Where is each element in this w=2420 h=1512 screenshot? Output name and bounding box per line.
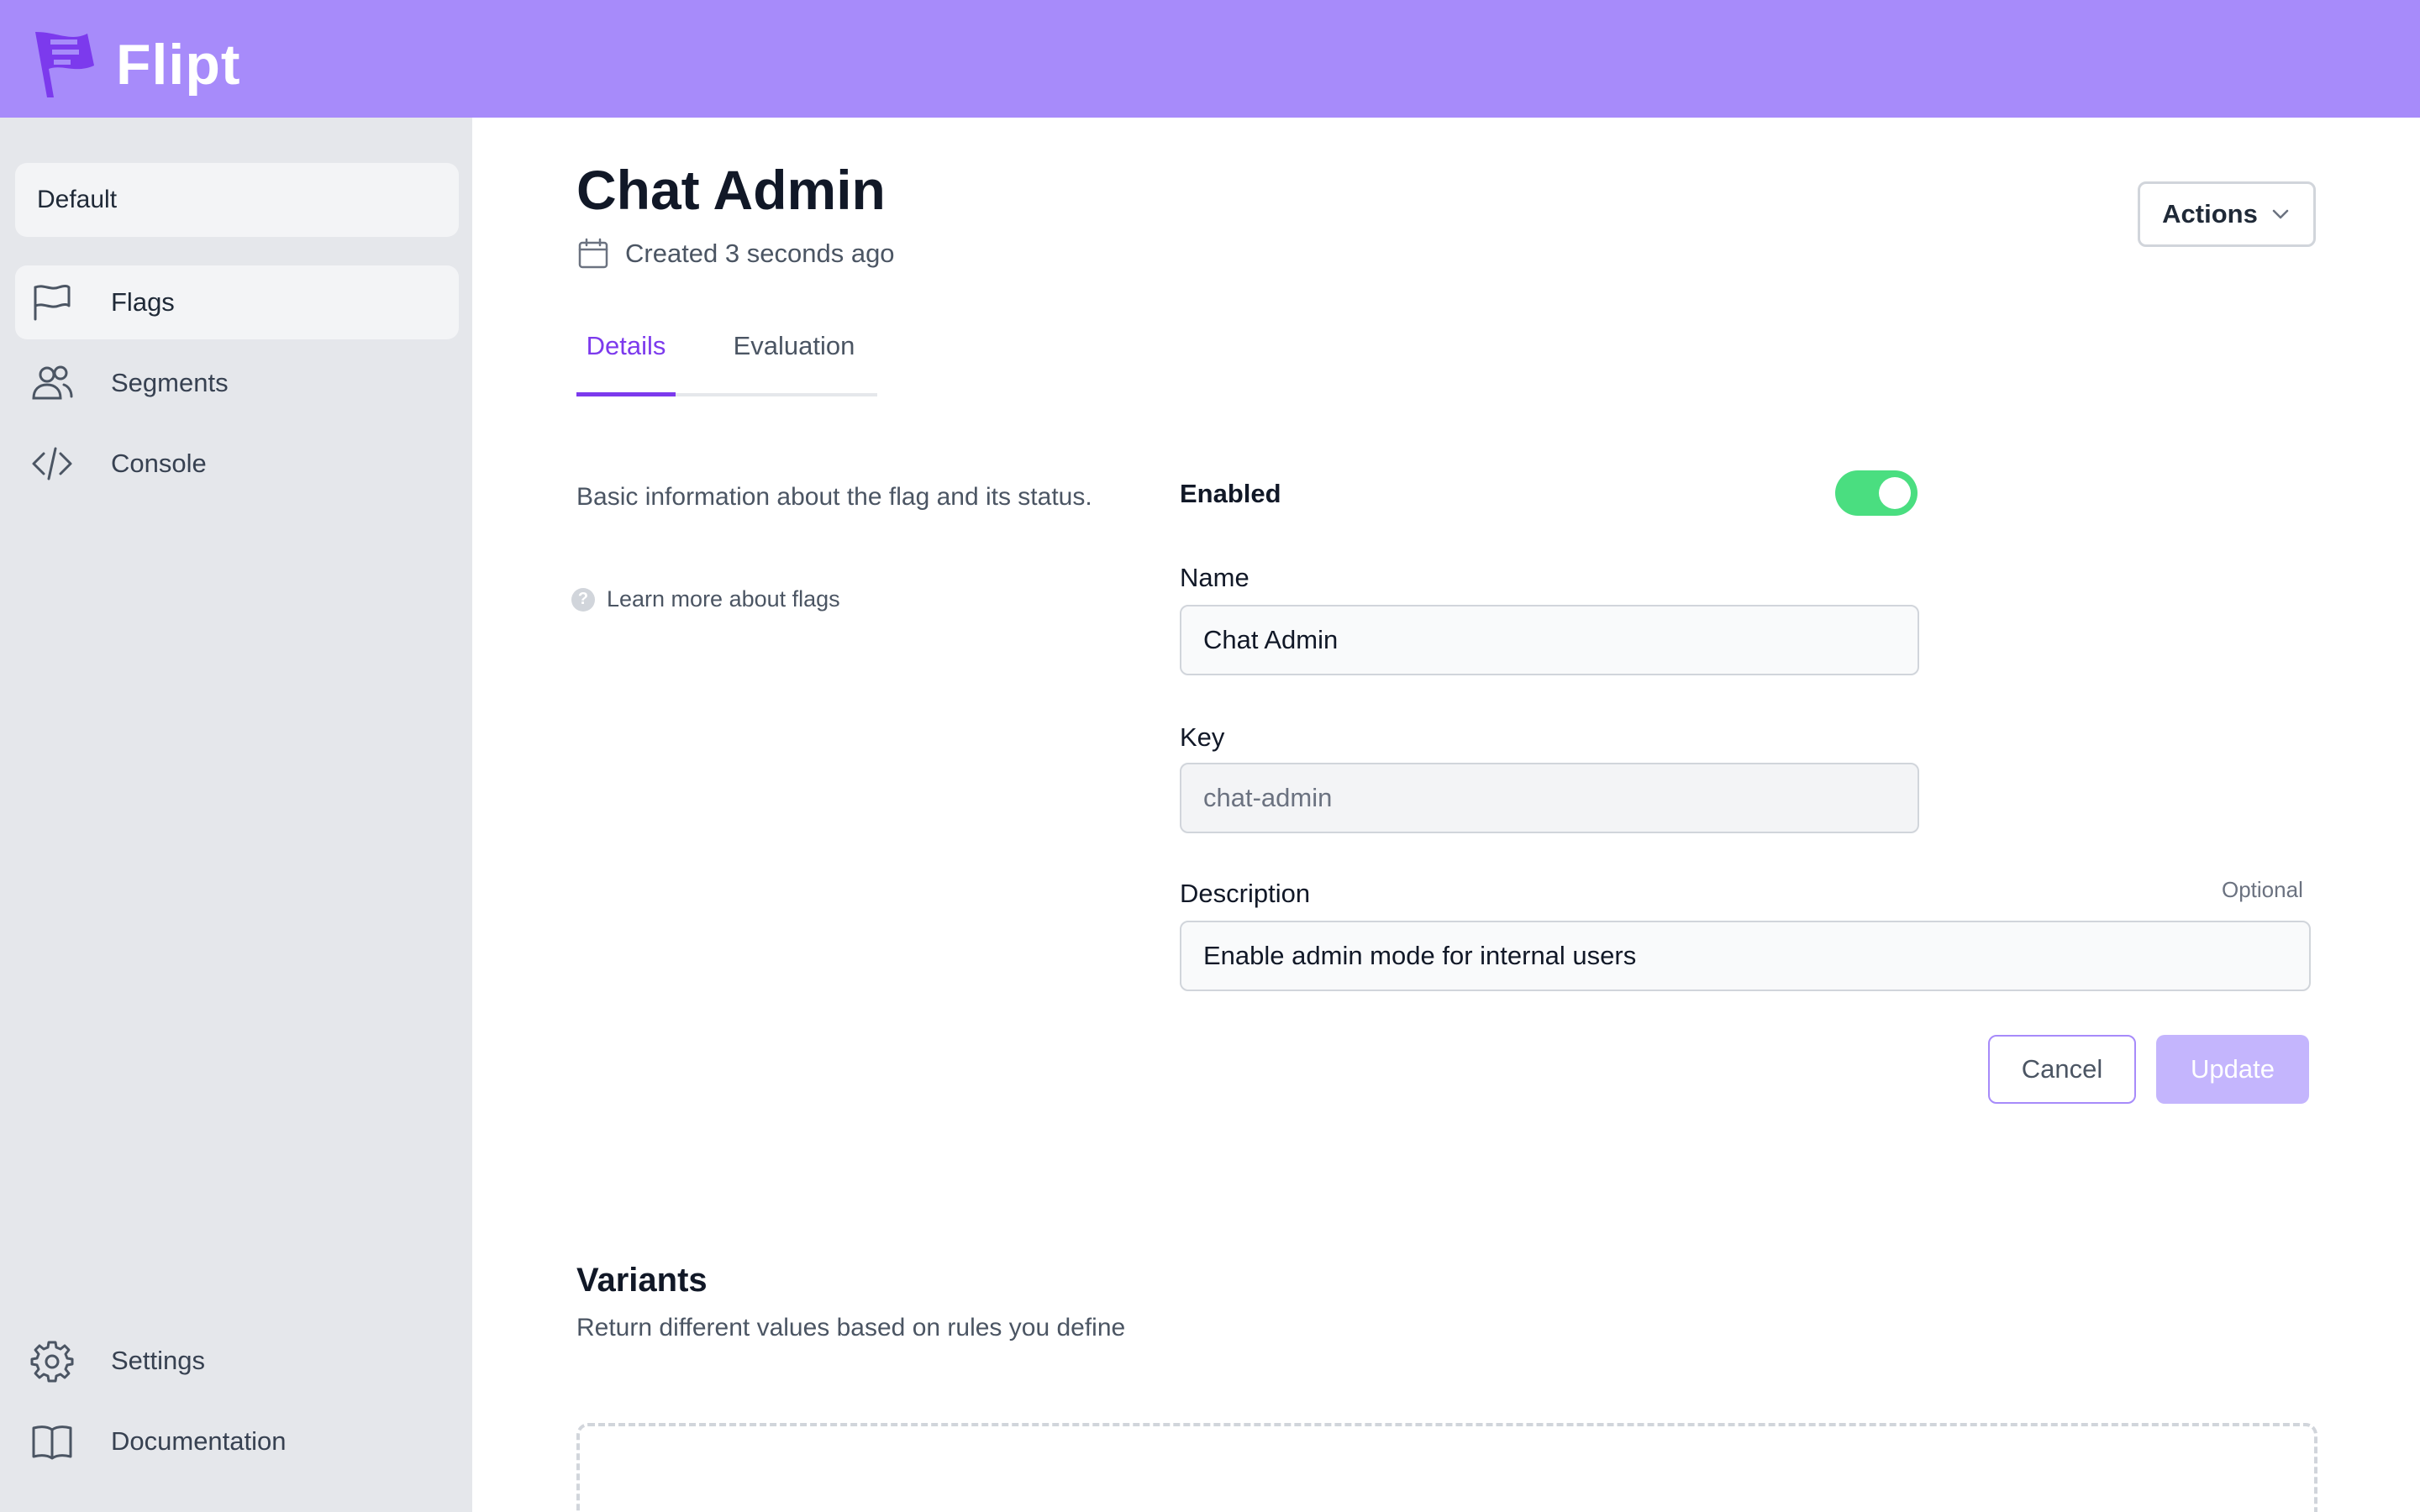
sidebar-item-segments[interactable]: Segments [15, 346, 459, 420]
sidebar-item-label: Segments [111, 368, 229, 397]
users-icon [30, 361, 74, 405]
top-bar: Flipt [0, 0, 2420, 118]
name-label: Name [1180, 563, 1249, 592]
enabled-label: Enabled [1180, 479, 1281, 508]
variants-subtitle: Return different values based on rules y… [576, 1314, 1126, 1341]
created-text: Created 3 seconds ago [625, 239, 895, 268]
created-timestamp: Created 3 seconds ago [576, 237, 895, 270]
page-title: Chat Admin [576, 159, 886, 221]
description-field[interactable]: Enable admin mode for internal users [1180, 921, 2311, 991]
update-button[interactable]: Update [2156, 1035, 2309, 1104]
key-field[interactable]: chat-admin [1180, 763, 1919, 833]
learn-more-text: Learn more about flags [607, 586, 840, 612]
sidebar-item-label: Console [111, 449, 207, 478]
section-description: Basic information about the flag and its… [576, 483, 1092, 511]
calendar-icon [578, 238, 608, 269]
toggle-knob [1879, 477, 1911, 509]
chevron-down-icon [2272, 209, 2289, 219]
cancel-button[interactable]: Cancel [1988, 1035, 2136, 1104]
actions-button[interactable]: Actions [2138, 181, 2316, 247]
flipt-flag-logo-icon [35, 32, 94, 97]
help-icon: ? [571, 587, 595, 612]
sidebar-item-label: Documentation [111, 1426, 287, 1456]
main-content: Chat Admin Created 3 seconds ago Actions… [472, 118, 2420, 1512]
name-field[interactable]: Chat Admin [1180, 605, 1919, 675]
tab-evaluation[interactable]: Evaluation [731, 331, 857, 396]
key-label: Key [1180, 722, 1225, 752]
sidebar: Default Flags Segments Console Settings … [0, 118, 472, 1512]
book-icon [30, 1420, 74, 1463]
code-icon [30, 442, 74, 486]
description-label: Description [1180, 879, 1311, 908]
tab-bar: Details Evaluation [576, 331, 877, 396]
flag-icon [30, 281, 74, 324]
flipt-logo[interactable]: Flipt [29, 27, 241, 102]
gear-icon [30, 1339, 74, 1383]
sidebar-item-documentation[interactable]: Documentation [15, 1404, 459, 1478]
app-name: Flipt [116, 33, 241, 97]
sidebar-item-label: Settings [111, 1346, 206, 1375]
tab-details[interactable]: Details [576, 331, 676, 396]
actions-label: Actions [2162, 199, 2258, 228]
variants-empty-state[interactable] [576, 1423, 2317, 1512]
variants-title: Variants [576, 1262, 708, 1299]
sidebar-item-console[interactable]: Console [15, 427, 459, 501]
sidebar-item-flags[interactable]: Flags [15, 265, 459, 339]
namespace-selector[interactable]: Default [15, 163, 459, 237]
optional-hint: Optional [2222, 877, 2303, 902]
sidebar-item-settings[interactable]: Settings [15, 1324, 459, 1398]
learn-more-link[interactable]: ? Learn more about flags [571, 586, 840, 612]
enabled-toggle[interactable] [1835, 470, 1918, 516]
sidebar-item-label: Flags [111, 287, 175, 317]
